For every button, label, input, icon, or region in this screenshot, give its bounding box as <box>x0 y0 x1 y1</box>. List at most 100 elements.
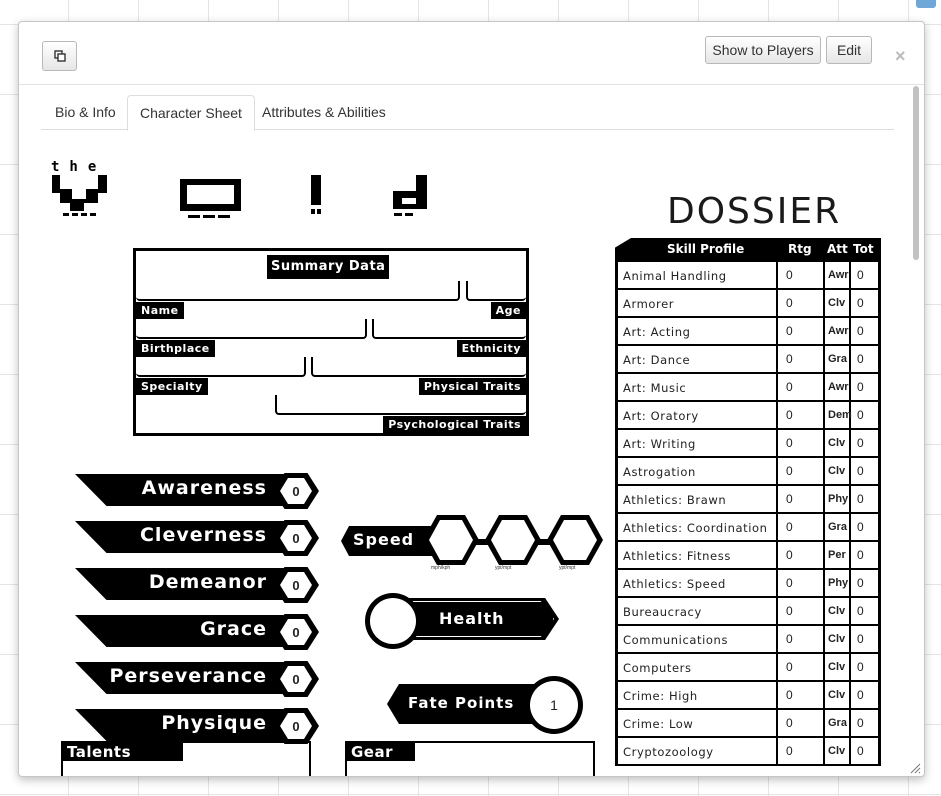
skill-rating[interactable]: 0 <box>778 374 825 400</box>
physical-traits-field[interactable] <box>311 357 526 377</box>
attribute-name: Perseverance <box>109 665 267 687</box>
skill-name: Athletics: Fitness <box>618 542 778 568</box>
skill-name: Athletics: Speed <box>618 570 778 596</box>
skill-attribute[interactable]: Gra <box>825 346 851 372</box>
skill-rating[interactable]: 0 <box>778 290 825 316</box>
skill-name: Art: Writing <box>618 430 778 456</box>
logo-the-text: the <box>51 159 106 175</box>
skill-total: 0 <box>857 548 864 562</box>
skill-attribute[interactable]: Awr <box>825 318 851 344</box>
speed-sub-label: mph/kph <box>431 565 451 571</box>
skill-rating[interactable]: 0 <box>778 682 825 708</box>
skill-attribute[interactable]: Clv <box>825 626 851 652</box>
skill-table-header: Skill Profile Rtg Att Tot <box>615 238 881 262</box>
skill-rating[interactable]: 0 <box>778 654 825 680</box>
skill-attribute[interactable]: Phy <box>825 570 851 596</box>
skill-total: 0 <box>857 324 864 338</box>
skill-attribute[interactable]: Clv <box>825 430 851 456</box>
age-field[interactable] <box>466 281 526 301</box>
void-logo: the <box>51 159 427 218</box>
skill-rating[interactable]: 0 <box>778 346 825 372</box>
skill-rating[interactable]: 0 <box>778 570 825 596</box>
birthplace-label: Birthplace <box>136 340 215 357</box>
skill-rating[interactable]: 0 <box>778 598 825 624</box>
psychological-traits-label: Psychological Traits <box>383 416 526 433</box>
skill-rating[interactable]: 0 <box>778 738 825 764</box>
skill-total: 0 <box>857 744 864 758</box>
tab-character-sheet[interactable]: Character Sheet <box>127 95 255 131</box>
ethnicity-field[interactable] <box>372 319 526 339</box>
age-label: Age <box>490 302 526 319</box>
skill-total: 0 <box>857 380 864 394</box>
skill-attribute[interactable]: Gra <box>825 514 851 540</box>
attribute-awareness: Awareness 0 <box>75 473 325 509</box>
skill-row: Astrogation 0 Clv 0 <box>615 458 881 486</box>
skill-name: Animal Handling <box>618 262 778 288</box>
corner-chip <box>916 0 936 8</box>
summary-panel: Summary Data Name Age Birthplace Ethnici… <box>133 248 529 436</box>
skill-name: Athletics: Coordination <box>618 514 778 540</box>
skill-rating[interactable]: 0 <box>778 542 825 568</box>
dossier-title: DOSSIER <box>667 191 842 232</box>
skill-attribute[interactable]: Clv <box>825 598 851 624</box>
speed-sub-label: ypt/mpt <box>559 565 576 571</box>
skill-rating[interactable]: 0 <box>778 626 825 652</box>
skill-total: 0 <box>857 688 864 702</box>
skill-name: Armorer <box>618 290 778 316</box>
skill-total: 0 <box>857 576 864 590</box>
skill-name: Athletics: Brawn <box>618 486 778 512</box>
skill-row: Art: Oratory 0 Dem 0 <box>615 402 881 430</box>
skill-row: Communications 0 Clv 0 <box>615 626 881 654</box>
skill-attribute[interactable]: Clv <box>825 682 851 708</box>
character-dialog: Show to Players Edit × Bio & Info Charac… <box>18 21 925 777</box>
psychological-traits-field[interactable] <box>275 395 526 415</box>
skill-name: Communications <box>618 626 778 652</box>
specialty-label: Specialty <box>136 378 208 395</box>
skill-attribute[interactable]: Dem <box>825 402 852 428</box>
dialog-header: Show to Players Edit × <box>19 22 924 85</box>
birthplace-field[interactable] <box>136 319 367 339</box>
skill-attribute[interactable]: Clv <box>825 458 851 484</box>
skill-row: Computers 0 Clv 0 <box>615 654 881 682</box>
skill-rating[interactable]: 0 <box>778 430 825 456</box>
specialty-field[interactable] <box>136 357 306 377</box>
fate-points-value[interactable]: 1 <box>530 681 578 729</box>
scrollbar-thumb[interactable] <box>913 86 919 260</box>
tab-bio-info[interactable]: Bio & Info <box>43 95 128 130</box>
skill-attribute[interactable]: Awr <box>825 262 851 288</box>
resize-grip-icon[interactable] <box>909 762 921 774</box>
skill-attribute[interactable]: Clv <box>825 290 851 316</box>
skill-rating[interactable]: 0 <box>778 318 825 344</box>
attribute-physique: Physique 0 <box>75 708 325 744</box>
skill-rating[interactable]: 0 <box>778 486 825 512</box>
character-sheet: the DOSSIER Summary Data Name Age Birthp… <box>19 131 909 776</box>
rtg-header: Rtg <box>788 242 812 256</box>
skill-rating[interactable]: 0 <box>778 458 825 484</box>
edit-button[interactable]: Edit <box>826 36 872 64</box>
skill-rating[interactable]: 0 <box>778 514 825 540</box>
skill-rating[interactable]: 0 <box>778 262 825 288</box>
skill-rating[interactable]: 0 <box>778 402 825 428</box>
skill-row: Athletics: Speed 0 Phy 0 <box>615 570 881 598</box>
close-icon[interactable]: × <box>895 46 906 67</box>
skill-attribute[interactable]: Awr <box>825 374 851 400</box>
tab-attributes-abilities[interactable]: Attributes & Abilities <box>250 95 398 130</box>
name-field[interactable] <box>136 281 460 301</box>
skill-attribute[interactable]: Gra <box>825 710 851 736</box>
skill-attribute[interactable]: Clv <box>825 738 851 764</box>
skill-name: Bureaucracy <box>618 598 778 624</box>
attribute-name: Physique <box>161 712 267 734</box>
skill-row: Athletics: Brawn 0 Phy 0 <box>615 486 881 514</box>
skill-attribute[interactable]: Clv <box>825 654 851 680</box>
skill-rating[interactable]: 0 <box>778 710 825 736</box>
popout-button[interactable] <box>42 41 77 71</box>
skill-attribute[interactable]: Phy <box>825 486 851 512</box>
skill-total: 0 <box>857 660 864 674</box>
skill-name: Crime: High <box>618 682 778 708</box>
health-field[interactable] <box>370 598 416 644</box>
popout-icon <box>53 50 66 62</box>
skill-attribute[interactable]: Per <box>825 542 851 568</box>
skill-row: Art: Music 0 Awr 0 <box>615 374 881 402</box>
show-to-players-button[interactable]: Show to Players <box>705 36 821 64</box>
skill-row: Crime: High 0 Clv 0 <box>615 682 881 710</box>
